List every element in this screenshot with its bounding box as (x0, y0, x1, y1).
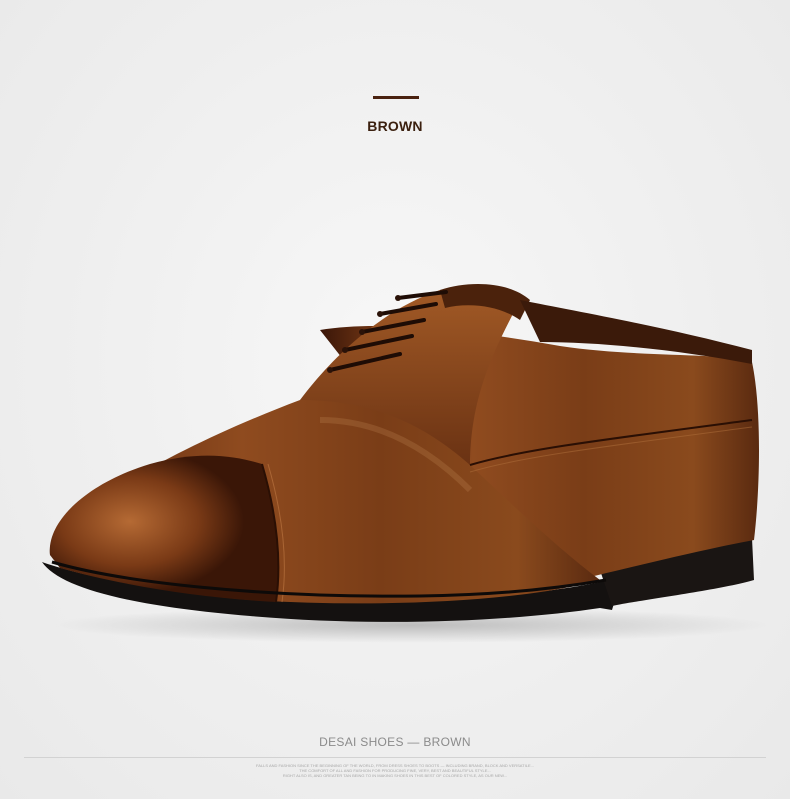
fine-print-line: RIGHT ALSO IS, AND GREATER TAN BEING TO … (282, 773, 508, 778)
product-image (0, 250, 790, 650)
brown-oxford-shoe-illustration (42, 284, 770, 643)
product-page: BROWN DESAI SHOES — BROWN FALLS AND FASH… (0, 0, 790, 799)
color-accent-bar (373, 96, 419, 99)
color-name-heading: BROWN (367, 118, 423, 134)
fine-print: FALLS AND FASHION SINCE THE BEGINNING OF… (0, 763, 790, 778)
footer-caption: DESAI SHOES — BROWN (319, 735, 471, 749)
footer-divider (24, 757, 766, 758)
